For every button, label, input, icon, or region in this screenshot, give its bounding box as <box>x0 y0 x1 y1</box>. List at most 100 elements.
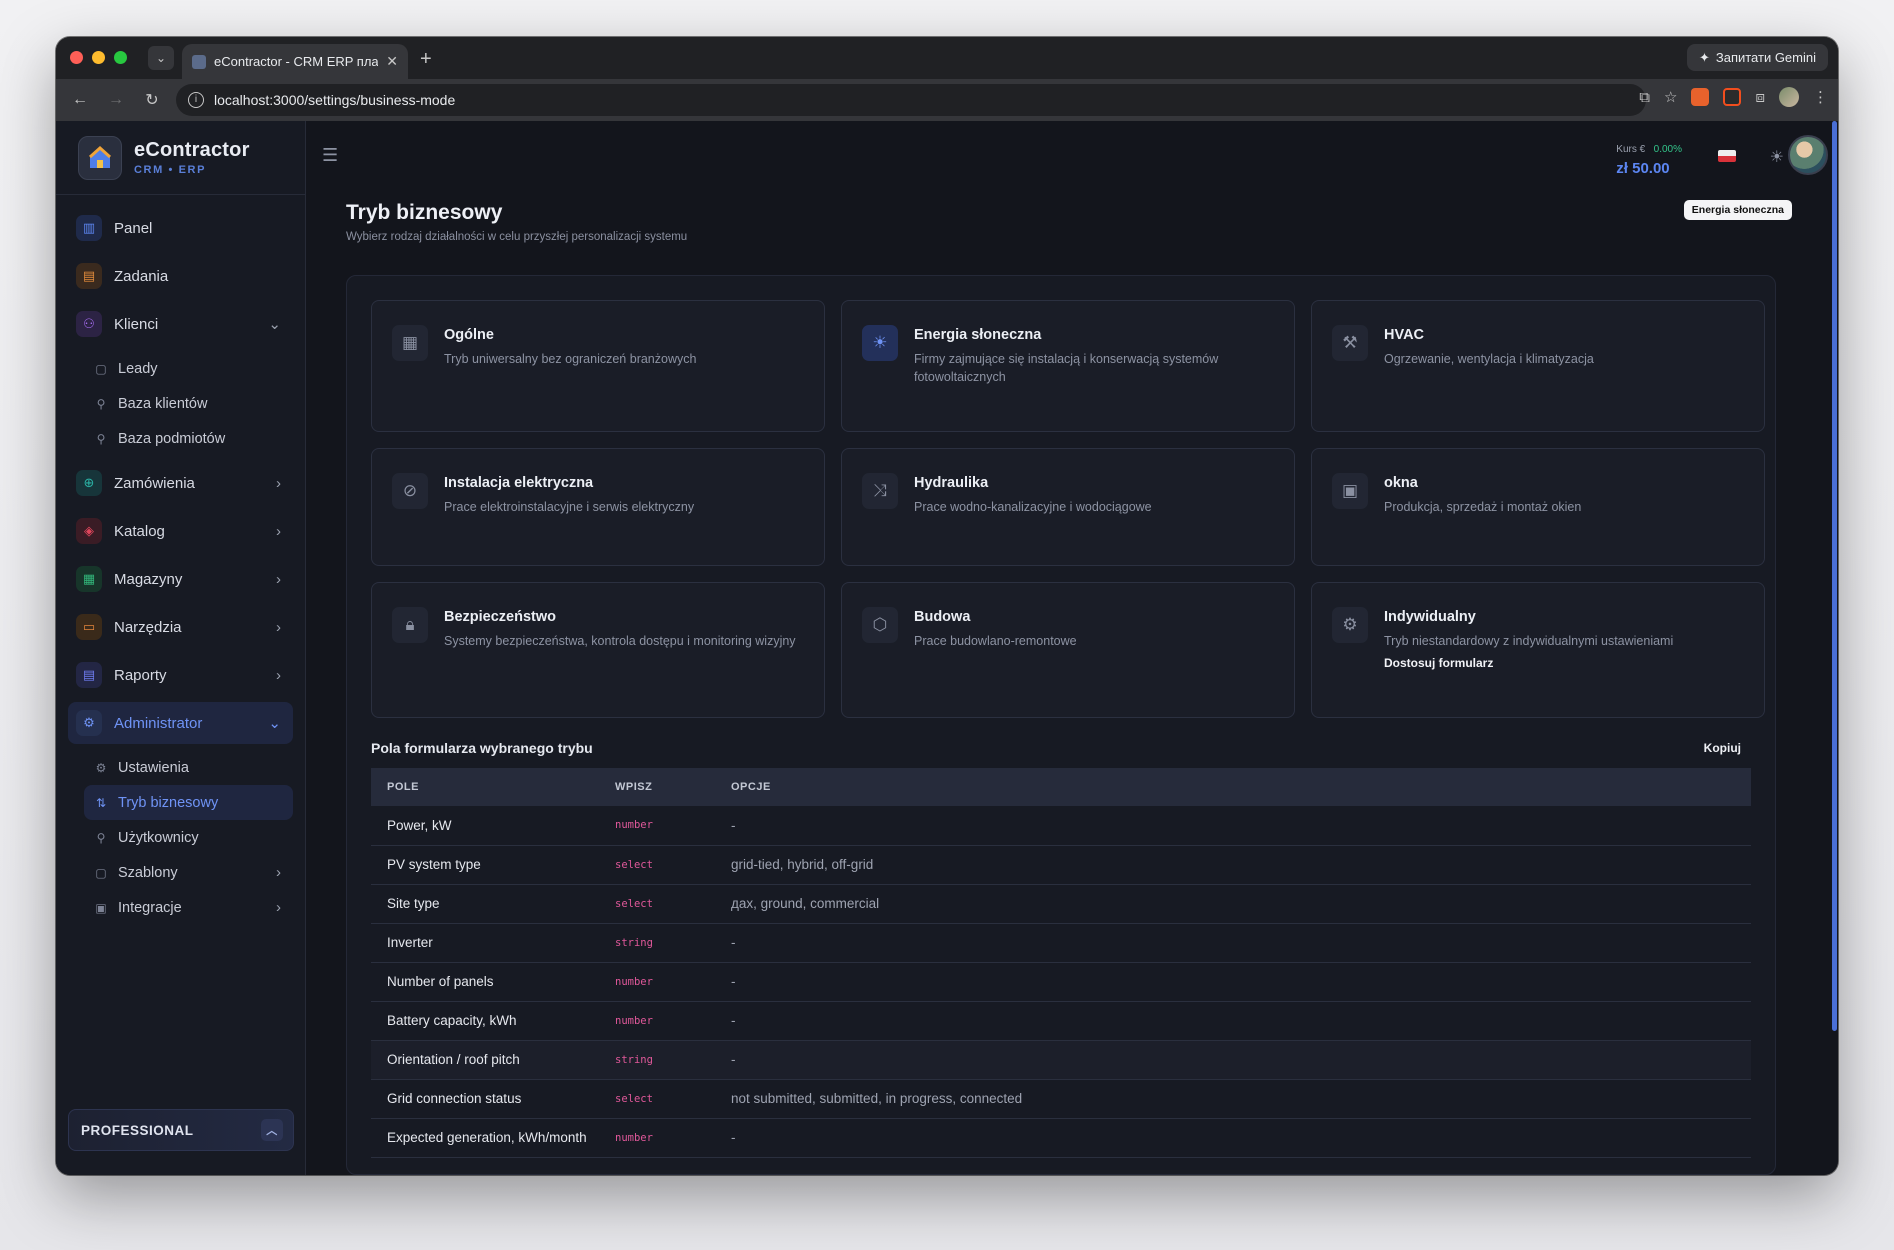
maximize-window-button[interactable] <box>114 51 127 64</box>
sidebar-subitem-szablony[interactable]: ▢ Szablony › <box>68 855 293 890</box>
browser-window: ⌄ eContractor - CRM ERP плат… ✕ + ✦ Запи… <box>56 37 1838 1175</box>
sidebar-subitem-baza-klientow[interactable]: ⚲ Baza klientów <box>68 386 293 421</box>
sidebar-subitem-uzytkownicy[interactable]: ⚲ Użytkownicy <box>68 820 293 855</box>
chevron-right-icon: › <box>276 864 281 881</box>
tab-strip: ⌄ eContractor - CRM ERP плат… ✕ + ✦ Запи… <box>56 37 1838 79</box>
sidebar-item-panel[interactable]: ▥ Panel <box>68 207 293 249</box>
mode-card-indywidualny[interactable]: ⚙ Indywidualny Tryb niestandardowy z ind… <box>1311 582 1765 718</box>
table-header-row: POLE WPISZ OPCJE <box>371 768 1751 806</box>
image-icon: ▣ <box>1332 473 1368 509</box>
mode-card-hydraulika[interactable]: ⤨ Hydraulika Prace wodno-kanalizacyjne i… <box>841 448 1295 566</box>
extension-orange-icon[interactable] <box>1691 88 1710 106</box>
mode-card-instalacja-elektryczna[interactable]: ⊘ Instalacja elektryczna Prace elektroin… <box>371 448 825 566</box>
mode-card-ogolne[interactable]: ▦ Ogólne Tryb uniwersalny bez ograniczeń… <box>371 300 825 432</box>
minimize-window-button[interactable] <box>92 51 105 64</box>
sidebar-item-administrator[interactable]: ⚙ Administrator ⌄ <box>68 702 293 744</box>
field-name: Site type <box>371 884 599 924</box>
address-bar[interactable]: i localhost:3000/settings/business-mode <box>176 84 1646 116</box>
box-icon: ⬡ <box>862 607 898 643</box>
mode-title: Instalacja elektryczna <box>444 475 594 491</box>
column-header-pole: POLE <box>387 781 419 793</box>
mode-desc: Prace wodno-kanalizacyjne i wodociągowe <box>914 500 1152 514</box>
table-row: Site type select дах, ground, commercial <box>371 884 1751 924</box>
table-row: PV system type select grid-tied, hybrid,… <box>371 845 1751 885</box>
extensions-puzzle-icon[interactable]: ⧈ <box>1755 89 1765 106</box>
window-controls <box>70 51 127 64</box>
field-type: string <box>599 923 715 963</box>
main-content: ☰ Kurs € 0.00% zł 50.00 ☀ Energia słonec… <box>306 121 1838 1175</box>
mode-card-bezpieczenstwo[interactable]: 🔒︎ Bezpieczeństwo Systemy bezpieczeństwa… <box>371 582 825 718</box>
user-avatar[interactable] <box>1788 135 1828 175</box>
mode-card-okna[interactable]: ▣ okna Produkcja, sprzedaż i montaż okie… <box>1311 448 1765 566</box>
sidebar-subitem-baza-podmiotow[interactable]: ⚲ Baza podmiotów <box>68 421 293 456</box>
field-type: string <box>599 1040 715 1080</box>
template-icon: ▢ <box>95 865 107 880</box>
business-mode-panel: ▦ Ogólne Tryb uniwersalny bez ograniczeń… <box>346 275 1776 1175</box>
sidebar-item-raporty[interactable]: ▤ Raporty › <box>68 654 293 696</box>
back-icon[interactable]: ← <box>62 91 98 109</box>
toolbar-actions: ⧉ ☆ ⧈ ⋮ <box>1639 87 1828 107</box>
close-window-button[interactable] <box>70 51 83 64</box>
url-text: localhost:3000/settings/business-mode <box>214 92 456 108</box>
tools-icon: ▭ <box>76 614 102 640</box>
sidebar-subitem-label: Leady <box>118 360 158 377</box>
user-icon: ⚲ <box>96 431 106 446</box>
sidebar-subitem-integracje[interactable]: ▣ Integracje › <box>68 890 293 925</box>
field-type: select <box>599 1079 715 1119</box>
gear-icon: ⚙ <box>1332 607 1368 643</box>
plan-label: PROFESSIONAL <box>81 1122 194 1138</box>
rate-label: Kurs € <box>1616 144 1646 155</box>
user-icon: ⚲ <box>96 396 106 411</box>
sliders-icon: ⇅ <box>95 795 107 810</box>
sidebar-subitem-leady[interactable]: ▢ Leady <box>68 351 293 386</box>
chevron-up-icon[interactable]: ︿ <box>261 1119 283 1141</box>
plan-badge[interactable]: PROFESSIONAL ︿ <box>68 1109 294 1151</box>
install-app-icon[interactable]: ⧉ <box>1639 89 1650 106</box>
customize-form-link[interactable]: Dostosuj formularz <box>1384 656 1673 670</box>
theme-sun-icon[interactable]: ☀ <box>1770 147 1784 167</box>
profile-avatar[interactable] <box>1779 87 1799 107</box>
browser-tab[interactable]: eContractor - CRM ERP плат… ✕ <box>182 44 408 79</box>
menu-toggle-icon[interactable]: ☰ <box>322 145 338 166</box>
fields-header: Pola formularza wybranego trybu Kopiuj <box>371 734 1751 762</box>
copy-button[interactable]: Kopiuj <box>1704 741 1741 755</box>
sidebar-item-zamowienia[interactable]: ⊕ Zamówienia › <box>68 462 293 504</box>
mode-card-hvac[interactable]: ⚒ HVAC Ogrzewanie, wentylacja i klimatyz… <box>1311 300 1765 432</box>
tab-close-icon[interactable]: ✕ <box>386 53 398 70</box>
tab-search-chevron-icon[interactable]: ⌄ <box>148 46 174 70</box>
rate-change: 0.00% <box>1653 144 1682 155</box>
sidebar-item-katalog[interactable]: ◈ Katalog › <box>68 510 293 552</box>
field-name: Number of panels <box>371 962 599 1002</box>
brand[interactable]: eContractor CRM • ERP <box>56 121 305 195</box>
field-options: - <box>715 1001 1751 1041</box>
sidebar-subitem-label: Ustawienia <box>118 759 189 776</box>
mode-title: HVAC <box>1384 327 1425 343</box>
field-options: - <box>715 962 1751 1002</box>
gemini-button[interactable]: ✦ Запитати Gemini <box>1686 44 1828 71</box>
sidebar-item-narzedzia[interactable]: ▭ Narzędzia › <box>68 606 293 648</box>
sidebar-item-zadania[interactable]: ▤ Zadania <box>68 255 293 297</box>
mode-card-energia-sloneczna[interactable]: ☀ Energia słoneczna Firmy zajmujące się … <box>841 300 1295 432</box>
sidebar-item-klienci[interactable]: ⚇ Klienci ⌄ <box>68 303 293 345</box>
page-scrollbar[interactable] <box>1832 121 1837 1031</box>
site-info-icon[interactable]: i <box>188 92 204 108</box>
sidebar-item-label: Administrator <box>114 714 203 732</box>
new-tab-button[interactable]: + <box>420 48 432 71</box>
rate-value: zł 50.00 <box>1616 160 1670 177</box>
chevron-down-icon: ⌄ <box>268 316 281 333</box>
field-type: number <box>599 1118 715 1158</box>
extension-figma-icon[interactable] <box>1723 88 1742 106</box>
browser-menu-icon[interactable]: ⋮ <box>1813 88 1828 106</box>
sidebar-subitem-tryb-biznesowy[interactable]: ⇅ Tryb biznesowy <box>84 785 293 820</box>
sidebar-item-magazyny[interactable]: ▦ Magazyny › <box>68 558 293 600</box>
mode-card-budowa[interactable]: ⬡ Budowa Prace budowlano-remontowe <box>841 582 1295 718</box>
reload-icon[interactable]: ↻ <box>134 90 170 110</box>
bookmark-star-icon[interactable]: ☆ <box>1664 88 1677 106</box>
field-type: select <box>599 884 715 924</box>
sidebar: eContractor CRM • ERP ▥ Panel ▤ Zadania … <box>56 121 306 1175</box>
forward-icon[interactable]: → <box>98 91 134 109</box>
clipboard-icon: ▤ <box>76 263 102 289</box>
mode-desc: Systemy bezpieczeństwa, kontrola dostępu… <box>444 634 796 648</box>
sidebar-subitem-ustawienia[interactable]: ⚙ Ustawienia <box>68 750 293 785</box>
polish-flag-icon[interactable] <box>1718 150 1736 162</box>
